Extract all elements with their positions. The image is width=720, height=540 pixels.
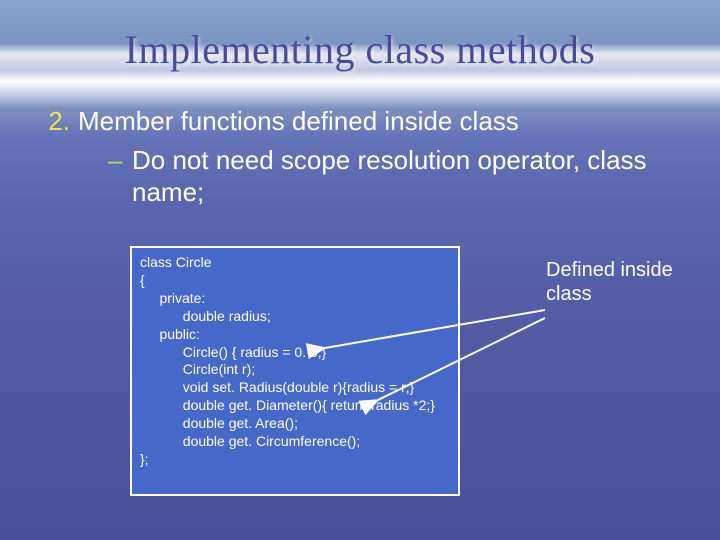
list-item: 2. Member functions defined inside class [44,105,676,138]
list-text: Member functions defined inside class [78,105,519,138]
slide-title: Implementing class methods [0,0,720,73]
annotation-label: Defined inside class [546,258,720,306]
list-number: 2. [44,105,78,138]
code-box: class Circle { private: double radius; p… [130,246,460,496]
content-area: 2. Member functions defined inside class… [0,73,720,209]
sub-list-item: – Do not need scope resolution operator,… [44,144,676,209]
sub-list-dash: – [108,144,132,209]
sub-list-text: Do not need scope resolution operator, c… [132,144,676,209]
